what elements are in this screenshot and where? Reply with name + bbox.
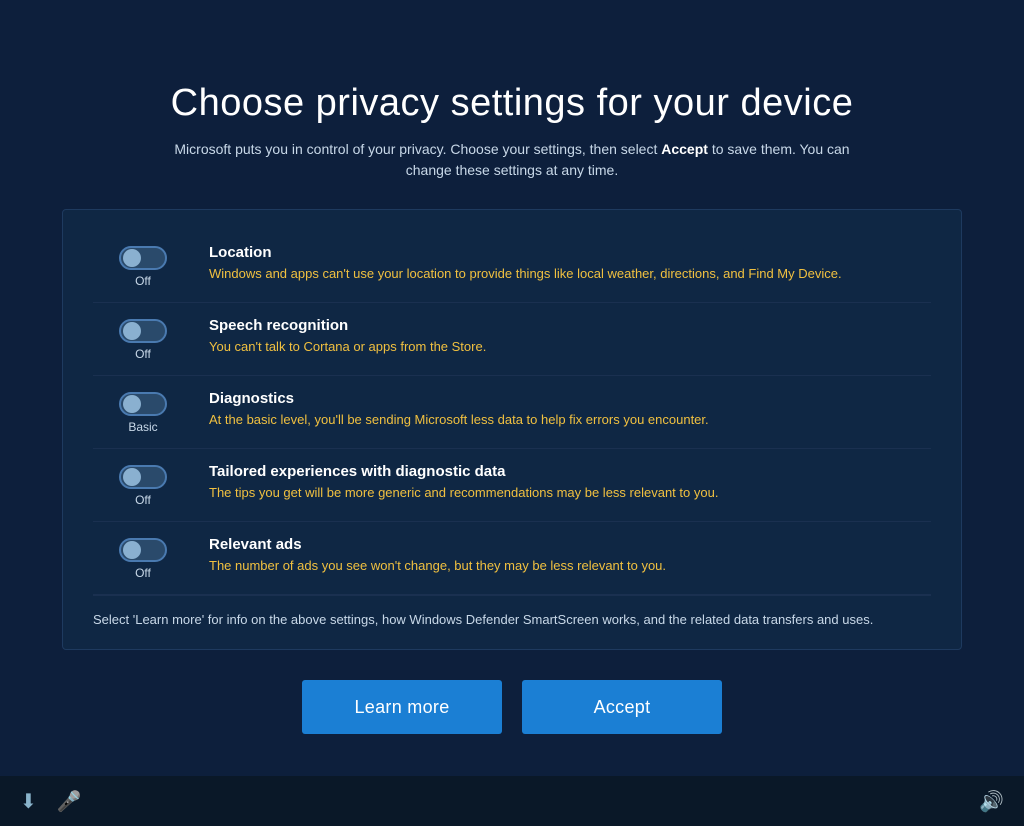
toggle-knob-diagnostics (123, 395, 141, 413)
toggle-tailored[interactable] (119, 465, 167, 489)
button-row: Learn more Accept (302, 680, 722, 734)
toggle-diagnostics[interactable] (119, 392, 167, 416)
setting-row-tailored: Off Tailored experiences with diagnostic… (93, 449, 931, 522)
toggle-area-diagnostics: Basic (93, 392, 193, 434)
toggle-ads[interactable] (119, 538, 167, 562)
setting-row-ads: Off Relevant ads The number of ads you s… (93, 522, 931, 595)
setting-name-location: Location (209, 244, 931, 261)
setting-desc-tailored: The tips you get will be more generic an… (209, 484, 931, 502)
taskbar: ⬇ 🎤 🔊 (0, 776, 1024, 826)
settings-box: Off Location Windows and apps can't use … (62, 209, 962, 651)
setting-name-speech: Speech recognition (209, 317, 931, 334)
setting-content-location: Location Windows and apps can't use your… (209, 244, 931, 283)
toggle-knob-location (123, 249, 141, 267)
toggle-label-diagnostics: Basic (128, 420, 157, 434)
volume-icon[interactable]: 🔊 (979, 789, 1004, 814)
setting-row-location: Off Location Windows and apps can't use … (93, 230, 931, 303)
setting-content-diagnostics: Diagnostics At the basic level, you'll b… (209, 390, 931, 429)
toggle-area-tailored: Off (93, 465, 193, 507)
toggle-knob-tailored (123, 468, 141, 486)
toggle-area-speech: Off (93, 319, 193, 361)
microphone-icon[interactable]: 🎤 (57, 789, 82, 814)
toggle-label-tailored: Off (135, 493, 151, 507)
subtitle-text: Microsoft puts you in control of your pr… (174, 141, 661, 157)
setting-name-tailored: Tailored experiences with diagnostic dat… (209, 463, 931, 480)
subtitle-bold: Accept (661, 141, 708, 157)
setting-content-ads: Relevant ads The number of ads you see w… (209, 536, 931, 575)
taskbar-left-icons: ⬇ 🎤 (20, 789, 82, 814)
toggle-area-ads: Off (93, 538, 193, 580)
setting-name-ads: Relevant ads (209, 536, 931, 553)
setting-desc-location: Windows and apps can't use your location… (209, 265, 931, 283)
learn-more-button[interactable]: Learn more (302, 680, 502, 734)
download-icon[interactable]: ⬇ (20, 789, 37, 814)
setting-content-speech: Speech recognition You can't talk to Cor… (209, 317, 931, 356)
toggle-location[interactable] (119, 246, 167, 270)
setting-row-diagnostics: Basic Diagnostics At the basic level, yo… (93, 376, 931, 449)
toggle-label-location: Off (135, 274, 151, 288)
setting-desc-diagnostics: At the basic level, you'll be sending Mi… (209, 411, 931, 429)
toggle-knob-ads (123, 541, 141, 559)
setting-desc-ads: The number of ads you see won't change, … (209, 557, 931, 575)
toggle-area-location: Off (93, 246, 193, 288)
footer-note: Select 'Learn more' for info on the abov… (93, 595, 931, 630)
page-subtitle: Microsoft puts you in control of your pr… (172, 139, 852, 181)
toggle-label-speech: Off (135, 347, 151, 361)
setting-content-tailored: Tailored experiences with diagnostic dat… (209, 463, 931, 502)
page-title: Choose privacy settings for your device (171, 82, 854, 125)
accept-button[interactable]: Accept (522, 680, 722, 734)
toggle-label-ads: Off (135, 566, 151, 580)
setting-name-diagnostics: Diagnostics (209, 390, 931, 407)
setting-desc-speech: You can't talk to Cortana or apps from t… (209, 338, 931, 356)
toggle-knob-speech (123, 322, 141, 340)
setting-row-speech: Off Speech recognition You can't talk to… (93, 303, 931, 376)
main-container: Choose privacy settings for your device … (32, 82, 992, 745)
toggle-speech[interactable] (119, 319, 167, 343)
